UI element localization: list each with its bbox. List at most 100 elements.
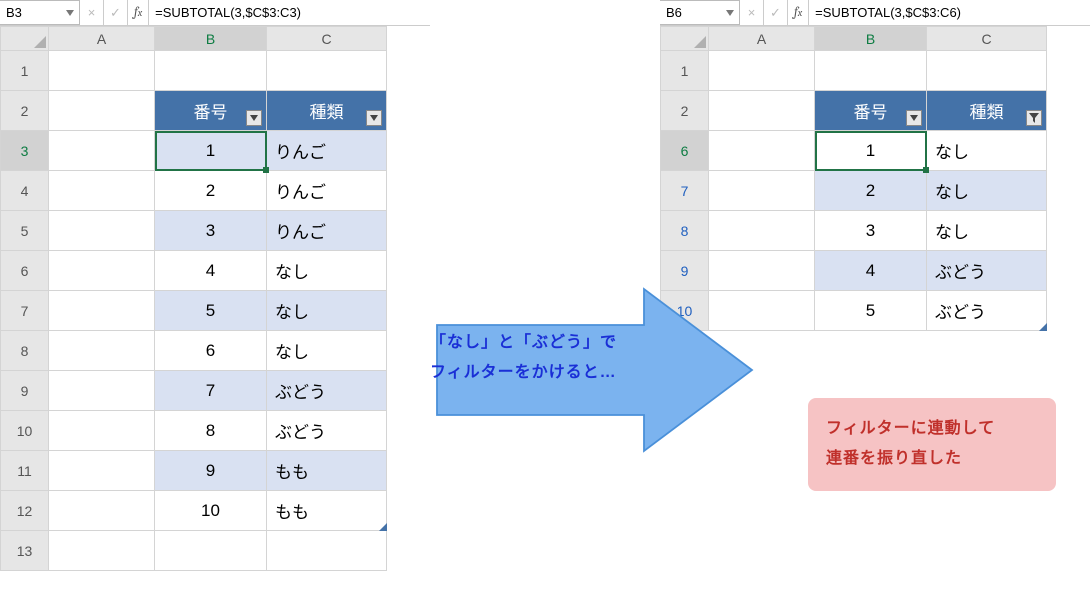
cell[interactable]	[49, 131, 155, 171]
cell[interactable]: りんご	[267, 171, 387, 211]
cell[interactable]: なし	[927, 131, 1047, 171]
filter-dropdown-icon[interactable]	[246, 110, 262, 126]
filter-dropdown-icon[interactable]	[906, 110, 922, 126]
cell[interactable]: 3	[815, 211, 927, 251]
col-header-B[interactable]: B	[815, 27, 927, 51]
filter-active-icon[interactable]	[1026, 110, 1042, 126]
cell[interactable]	[709, 171, 815, 211]
cell[interactable]: もも	[267, 491, 387, 531]
row-header[interactable]: 8	[1, 331, 49, 371]
cell[interactable]	[267, 51, 387, 91]
select-all-corner[interactable]	[661, 27, 709, 51]
cell[interactable]	[49, 211, 155, 251]
cell[interactable]: 8	[155, 411, 267, 451]
cell[interactable]	[155, 51, 267, 91]
cell[interactable]: 2	[155, 171, 267, 211]
cell[interactable]: 3	[155, 211, 267, 251]
cell[interactable]: 7	[155, 371, 267, 411]
formula-input[interactable]	[149, 0, 430, 25]
col-header-B[interactable]: B	[155, 27, 267, 51]
cell[interactable]	[49, 171, 155, 211]
row-header[interactable]: 6	[661, 131, 709, 171]
cell[interactable]	[267, 531, 387, 571]
cell[interactable]	[49, 291, 155, 331]
row-header[interactable]: 11	[1, 451, 49, 491]
cell[interactable]: りんご	[267, 131, 387, 171]
name-box-value: B6	[666, 5, 682, 20]
row-header[interactable]: 13	[1, 531, 49, 571]
name-box-dropdown-icon[interactable]	[725, 8, 735, 18]
formula-bar-row: B3 × ✓ fx	[0, 0, 430, 26]
cell[interactable]	[49, 411, 155, 451]
cell[interactable]: なし	[267, 331, 387, 371]
table-header-num[interactable]: 番号	[155, 91, 267, 131]
row-header[interactable]: 1	[661, 51, 709, 91]
filter-dropdown-icon[interactable]	[366, 110, 382, 126]
cell[interactable]	[927, 51, 1047, 91]
row-header[interactable]: 5	[1, 211, 49, 251]
fx-icon[interactable]: fx	[128, 0, 149, 25]
col-header-A[interactable]: A	[49, 27, 155, 51]
cell[interactable]: 2	[815, 171, 927, 211]
cell[interactable]: ぶどう	[267, 411, 387, 451]
cell[interactable]	[49, 491, 155, 531]
cell[interactable]: 10	[155, 491, 267, 531]
row-header[interactable]: 12	[1, 491, 49, 531]
cell[interactable]	[709, 91, 815, 131]
cell[interactable]	[49, 91, 155, 131]
grid[interactable]: A B C 1 2 番号 種類 3	[0, 26, 387, 571]
cell[interactable]: ぶどう	[927, 251, 1047, 291]
table-header-kind[interactable]: 種類	[267, 91, 387, 131]
cell[interactable]: ぶどう	[927, 291, 1047, 331]
table-header-kind[interactable]: 種類	[927, 91, 1047, 131]
cell[interactable]: なし	[267, 251, 387, 291]
col-header-C[interactable]: C	[267, 27, 387, 51]
cell-B3[interactable]: 1	[155, 131, 267, 171]
cell[interactable]	[155, 531, 267, 571]
row-header[interactable]: 6	[1, 251, 49, 291]
cell[interactable]: 9	[155, 451, 267, 491]
cell[interactable]: 6	[155, 331, 267, 371]
cell[interactable]	[49, 531, 155, 571]
name-box-dropdown-icon[interactable]	[65, 8, 75, 18]
cell[interactable]	[49, 371, 155, 411]
cell[interactable]	[49, 451, 155, 491]
col-header-A[interactable]: A	[709, 27, 815, 51]
cell-B6[interactable]: 1	[815, 131, 927, 171]
row-header[interactable]: 1	[1, 51, 49, 91]
cell[interactable]	[49, 51, 155, 91]
cell[interactable]	[709, 211, 815, 251]
row-header[interactable]: 7	[661, 171, 709, 211]
row-header[interactable]: 9	[1, 371, 49, 411]
row-header[interactable]: 10	[1, 411, 49, 451]
cell[interactable]: 5	[815, 291, 927, 331]
cell[interactable]: なし	[927, 171, 1047, 211]
row-header[interactable]: 4	[1, 171, 49, 211]
row-header[interactable]: 2	[1, 91, 49, 131]
cell[interactable]: 5	[155, 291, 267, 331]
cell[interactable]	[709, 131, 815, 171]
name-box[interactable]: B6	[660, 0, 740, 25]
cell[interactable]: ぶどう	[267, 371, 387, 411]
select-all-corner[interactable]	[1, 27, 49, 51]
table-header-num[interactable]: 番号	[815, 91, 927, 131]
fx-icon[interactable]: fx	[788, 0, 809, 25]
formula-input[interactable]	[809, 0, 1090, 25]
cell[interactable]: りんご	[267, 211, 387, 251]
cell[interactable]	[815, 51, 927, 91]
row-header[interactable]: 8	[661, 211, 709, 251]
row-header[interactable]: 2	[661, 91, 709, 131]
row-header[interactable]: 3	[1, 131, 49, 171]
cell[interactable]: なし	[267, 291, 387, 331]
cell[interactable]: 4	[815, 251, 927, 291]
row-header[interactable]: 7	[1, 291, 49, 331]
name-box[interactable]: B3	[0, 0, 80, 25]
cell[interactable]: もも	[267, 451, 387, 491]
cell[interactable]	[49, 251, 155, 291]
enter-formula-icon: ✓	[104, 0, 128, 25]
cell[interactable]	[709, 51, 815, 91]
col-header-C[interactable]: C	[927, 27, 1047, 51]
cell[interactable]	[49, 331, 155, 371]
cell[interactable]: なし	[927, 211, 1047, 251]
cell[interactable]: 4	[155, 251, 267, 291]
